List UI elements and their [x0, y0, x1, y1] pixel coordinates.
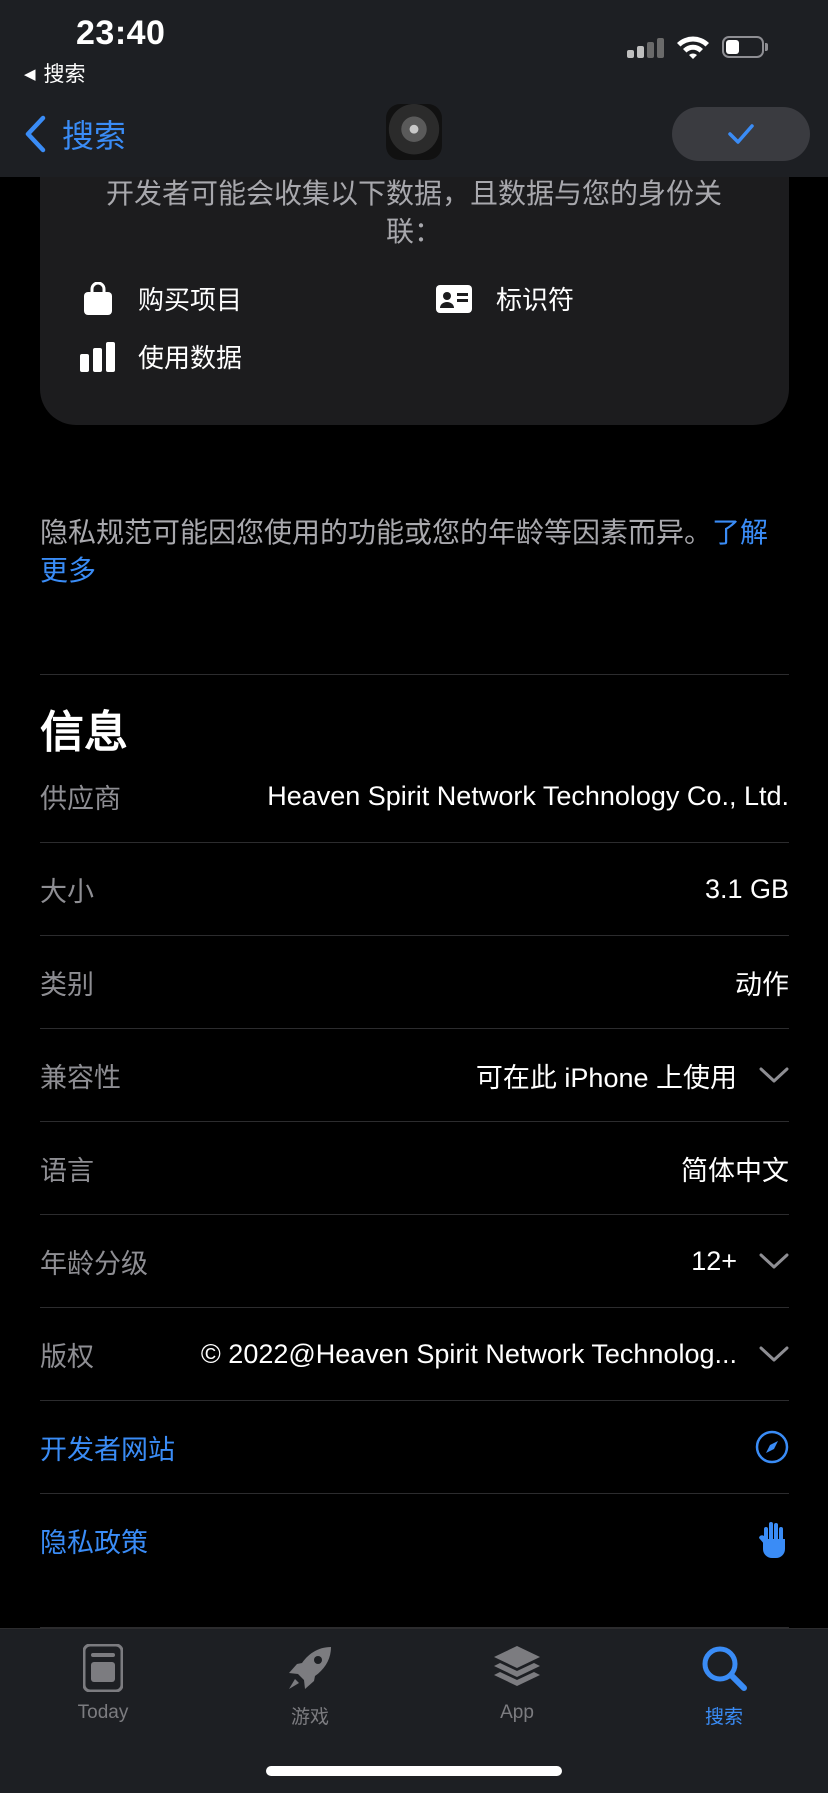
tab-games[interactable]: 游戏 — [250, 1642, 370, 1729]
privacy-policy-link[interactable]: 隐私政策 — [40, 1494, 789, 1586]
chevron-down-icon[interactable] — [759, 1345, 789, 1363]
wifi-icon — [676, 34, 710, 60]
today-icon — [43, 1642, 163, 1694]
checkmark-icon — [728, 124, 754, 144]
data-item-purchases: 购买项目 — [80, 280, 242, 317]
info-value: © 2022@Heaven Spirit Network Technolog..… — [200, 1338, 737, 1369]
info-row-size: 大小 3.1 GB — [40, 843, 789, 935]
tab-label: 游戏 — [290, 1707, 329, 1728]
privacy-note-text: 隐私规范可能因您使用的功能或您的年龄等因素而异。 — [40, 517, 713, 548]
info-value: 3.1 GB — [704, 873, 789, 904]
info-row-category: 类别 动作 — [40, 936, 789, 1028]
cellular-signal-icon — [627, 36, 667, 58]
info-row-age-rating[interactable]: 年龄分级 12+ — [40, 1215, 789, 1307]
hand-icon — [759, 1521, 789, 1559]
nav-back-button[interactable]: 搜索 — [24, 112, 126, 156]
info-label: 兼容性 — [40, 1062, 121, 1093]
data-item-identifiers: 标识符 — [434, 280, 574, 317]
data-item-label: 购买项目 — [138, 285, 243, 315]
info-label: 年龄分级 — [40, 1248, 148, 1279]
battery-icon — [722, 36, 768, 60]
data-item-label: 标识符 — [496, 285, 575, 315]
chevron-down-icon[interactable] — [759, 1252, 789, 1270]
tab-label: Today — [77, 1702, 129, 1723]
info-row-languages: 语言 简体中文 — [40, 1122, 789, 1214]
info-value-wrap: 12+ — [691, 1246, 789, 1277]
compass-icon — [755, 1430, 789, 1464]
info-value: Heaven Spirit Network Technology Co., Lt… — [267, 780, 789, 811]
installed-button[interactable] — [672, 107, 810, 161]
data-item-label: 使用数据 — [138, 343, 243, 373]
info-label: 版权 — [40, 1341, 94, 1372]
layers-icon — [457, 1642, 577, 1694]
info-value: 动作 — [735, 969, 789, 1000]
rocket-icon — [250, 1642, 370, 1694]
data-item-usage: 使用数据 — [80, 338, 242, 375]
info-value: 可在此 iPhone 上使用 — [475, 1062, 737, 1093]
back-to-app-link[interactable]: ◀ 搜索 — [24, 58, 86, 88]
info-label: 语言 — [40, 1155, 94, 1186]
info-value: 简体中文 — [681, 1155, 789, 1186]
divider — [40, 674, 789, 675]
status-time: 23:40 — [76, 14, 166, 52]
tab-label: 搜索 — [704, 1707, 743, 1728]
shopping-bag-icon — [80, 281, 116, 317]
back-app-label: 搜索 — [43, 63, 86, 86]
info-label: 类别 — [40, 969, 94, 1000]
link-label: 开发者网站 — [40, 1434, 175, 1465]
tab-search[interactable]: 搜索 — [664, 1642, 784, 1729]
info-row-provider: 供应商 Heaven Spirit Network Technology Co.… — [40, 750, 789, 842]
tab-today[interactable]: Today — [43, 1642, 163, 1724]
app-icon — [386, 104, 442, 160]
back-triangle-icon: ◀ — [24, 66, 36, 83]
tab-label: App — [500, 1702, 534, 1723]
search-icon — [664, 1642, 784, 1694]
tab-apps[interactable]: App — [457, 1642, 577, 1724]
nav-back-label: 搜索 — [62, 118, 127, 154]
info-row-compatibility[interactable]: 兼容性 可在此 iPhone 上使用 — [40, 1029, 789, 1121]
privacy-note: 隐私规范可能因您使用的功能或您的年龄等因素而异。了解更多 — [40, 514, 790, 590]
info-label: 供应商 — [40, 783, 121, 814]
info-value-wrap: 可在此 iPhone 上使用 — [476, 1056, 789, 1095]
info-value-wrap: © 2022@Heaven Spirit Network Technolog..… — [201, 1339, 789, 1370]
chevron-down-icon[interactable] — [759, 1066, 789, 1084]
link-label: 隐私政策 — [40, 1527, 148, 1558]
bar-chart-icon — [80, 339, 116, 375]
info-label: 大小 — [40, 876, 94, 907]
home-indicator — [266, 1766, 562, 1776]
id-card-icon — [434, 281, 474, 317]
info-value: 12+ — [691, 1245, 737, 1276]
privacy-intro-text: 开发者可能会收集以下数据，且数据与您的身份关联： — [105, 178, 722, 247]
info-row-copyright[interactable]: 版权 © 2022@Heaven Spirit Network Technolo… — [40, 1308, 789, 1400]
developer-website-link[interactable]: 开发者网站 — [40, 1401, 789, 1493]
chevron-left-icon — [25, 115, 46, 153]
